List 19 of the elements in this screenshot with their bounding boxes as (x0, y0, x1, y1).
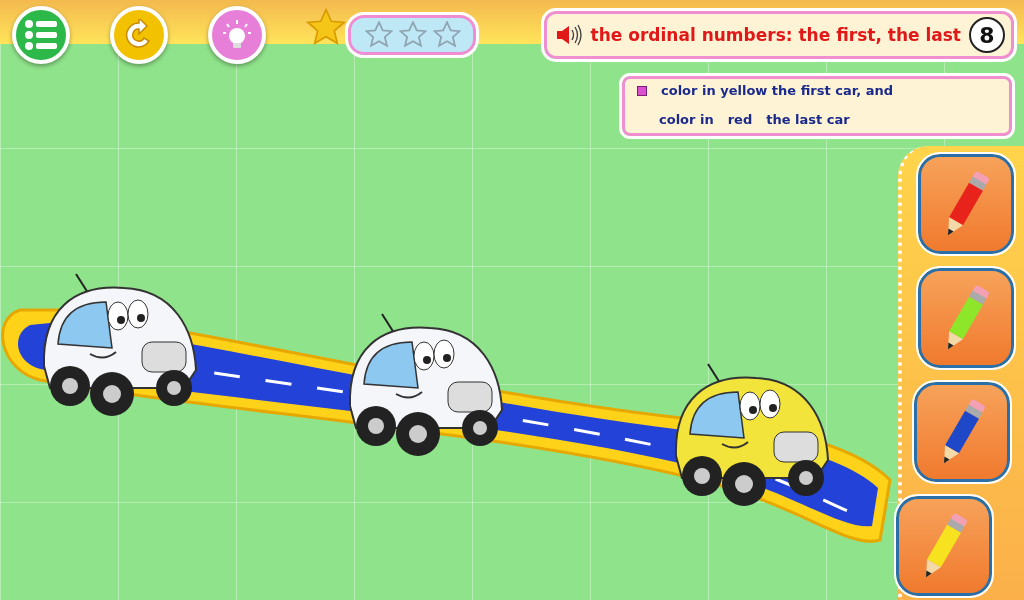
star-icon (433, 21, 461, 49)
lesson-number: 8 (969, 17, 1005, 53)
instruction-text: color in yellow the first car, and (661, 83, 893, 98)
instruction-text: color in (659, 112, 714, 127)
pencil-button[interactable] (896, 496, 992, 596)
restart-button[interactable] (110, 6, 168, 64)
instruction-text: the last car (766, 112, 850, 127)
pencil-button[interactable] (914, 382, 1010, 482)
instruction-text: red (727, 112, 753, 127)
star-icon (365, 21, 393, 49)
menu-icon (24, 20, 58, 50)
bullet-icon (637, 85, 647, 96)
lesson-title: the ordinal numbers: the first, the last (590, 25, 961, 45)
pencil-button[interactable] (918, 268, 1014, 368)
hint-button[interactable] (208, 6, 266, 64)
star-icon (399, 21, 427, 49)
speaker-icon[interactable] (554, 24, 583, 46)
menu-button[interactable] (12, 6, 70, 64)
pencil-button[interactable] (918, 154, 1014, 254)
